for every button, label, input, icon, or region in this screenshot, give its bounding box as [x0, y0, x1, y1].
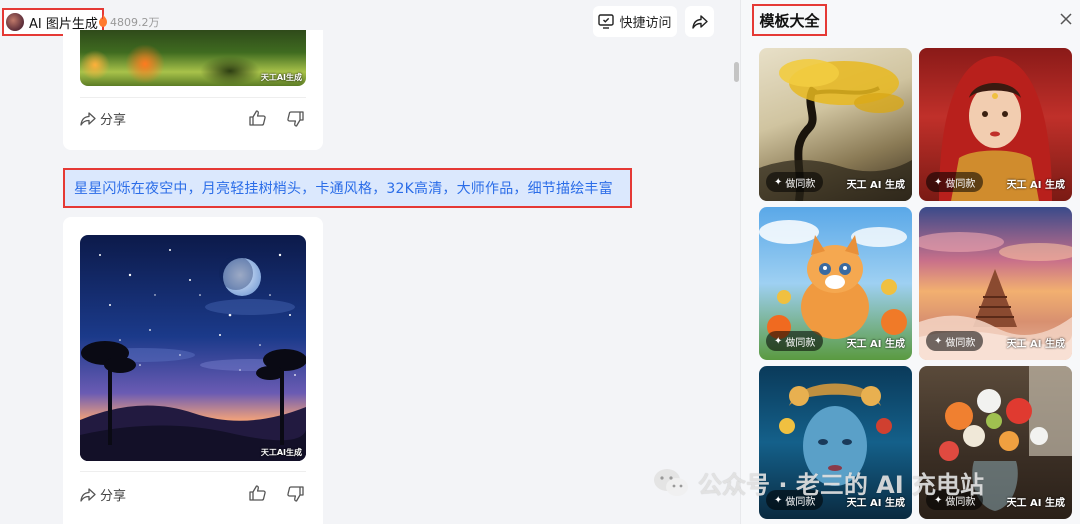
share-icon: [691, 14, 708, 29]
page-watermark: 公众号 · 老三的 AI 充电站: [652, 465, 984, 500]
view-count: 4809.2万: [110, 16, 160, 29]
share-label: 分享: [100, 489, 127, 504]
fire-icon: [99, 14, 107, 27]
share-label: 分享: [100, 113, 127, 128]
thumbs-down-icon[interactable]: [287, 486, 304, 502]
image-watermark: 天工AI生成: [260, 448, 302, 457]
scrollbar-thumb[interactable]: [734, 62, 739, 82]
template-card[interactable]: ✦ 做同款 天工 AI 生成: [759, 207, 912, 360]
make-same-button[interactable]: ✦ 做同款: [926, 172, 984, 192]
make-same-label: 做同款: [945, 337, 976, 349]
card-divider: [80, 471, 306, 472]
quick-access-label: 快捷访问: [619, 16, 672, 31]
generated-image[interactable]: 天工AI生成: [80, 235, 306, 461]
prompt-text: 星星闪烁在夜空中，月亮轻挂树梢头，卡通风格，32K高清，大师作品，细节描绘丰富: [74, 181, 613, 197]
make-same-label: 做同款: [785, 178, 816, 190]
panel-divider: [740, 0, 741, 524]
make-same-label: 做同款: [945, 178, 976, 190]
quick-access-button[interactable]: 快捷访问: [593, 6, 677, 37]
app-title: AI 图片生成: [29, 16, 98, 32]
template-watermark: 天工 AI 生成: [846, 180, 905, 191]
panel-title: 模板大全: [759, 11, 820, 30]
thumbs-up-icon[interactable]: [249, 110, 266, 126]
thumbs-up-icon[interactable]: [249, 485, 266, 501]
make-same-label: 做同款: [785, 337, 816, 349]
template-watermark: 天工 AI 生成: [846, 339, 905, 350]
template-watermark: 天工 AI 生成: [1006, 180, 1065, 191]
template-card[interactable]: ✦ 做同款 天工 AI 生成: [919, 207, 1072, 360]
thumbs-down-icon[interactable]: [287, 111, 304, 127]
card-divider: [80, 97, 306, 98]
night-sky-image: [80, 235, 306, 461]
card-share-button[interactable]: 分享: [80, 485, 126, 504]
page-watermark-text: 公众号 · 老三的 AI 充电站: [698, 471, 985, 499]
result-card: 天工AI生成 分享: [63, 217, 323, 524]
share-icon: [80, 487, 96, 502]
result-card: 天工AI生成 分享: [63, 30, 323, 150]
template-watermark: 天工 AI 生成: [1006, 339, 1065, 350]
generated-image[interactable]: 天工AI生成: [80, 30, 306, 86]
prompt-bubble: 星星闪烁在夜空中，月亮轻挂树梢头，卡通风格，32K高清，大师作品，细节描绘丰富: [63, 168, 632, 208]
template-card[interactable]: ✦ 做同款 天工 AI 生成: [759, 48, 912, 201]
template-watermark: 天工 AI 生成: [1006, 498, 1065, 509]
app-avatar: [6, 13, 24, 31]
make-same-button[interactable]: ✦ 做同款: [766, 331, 824, 351]
make-same-button[interactable]: ✦ 做同款: [766, 172, 824, 192]
monitor-icon: [598, 14, 615, 29]
panel-title-box: 模板大全: [752, 4, 827, 36]
template-card[interactable]: ✦ 做同款 天工 AI 生成: [919, 48, 1072, 201]
make-same-button[interactable]: ✦ 做同款: [926, 331, 984, 351]
share-icon: [80, 111, 96, 126]
close-icon[interactable]: [1058, 11, 1074, 27]
card-share-button[interactable]: 分享: [80, 109, 126, 128]
template-panel: 模板大全 ✦ 做同款 天工 AI 生成 ✦ 做同款 天工 AI 生成 ✦ 做同款…: [741, 0, 1080, 524]
share-button[interactable]: [685, 6, 714, 37]
wechat-icon: [654, 468, 688, 496]
image-watermark: 天工AI生成: [260, 73, 302, 82]
